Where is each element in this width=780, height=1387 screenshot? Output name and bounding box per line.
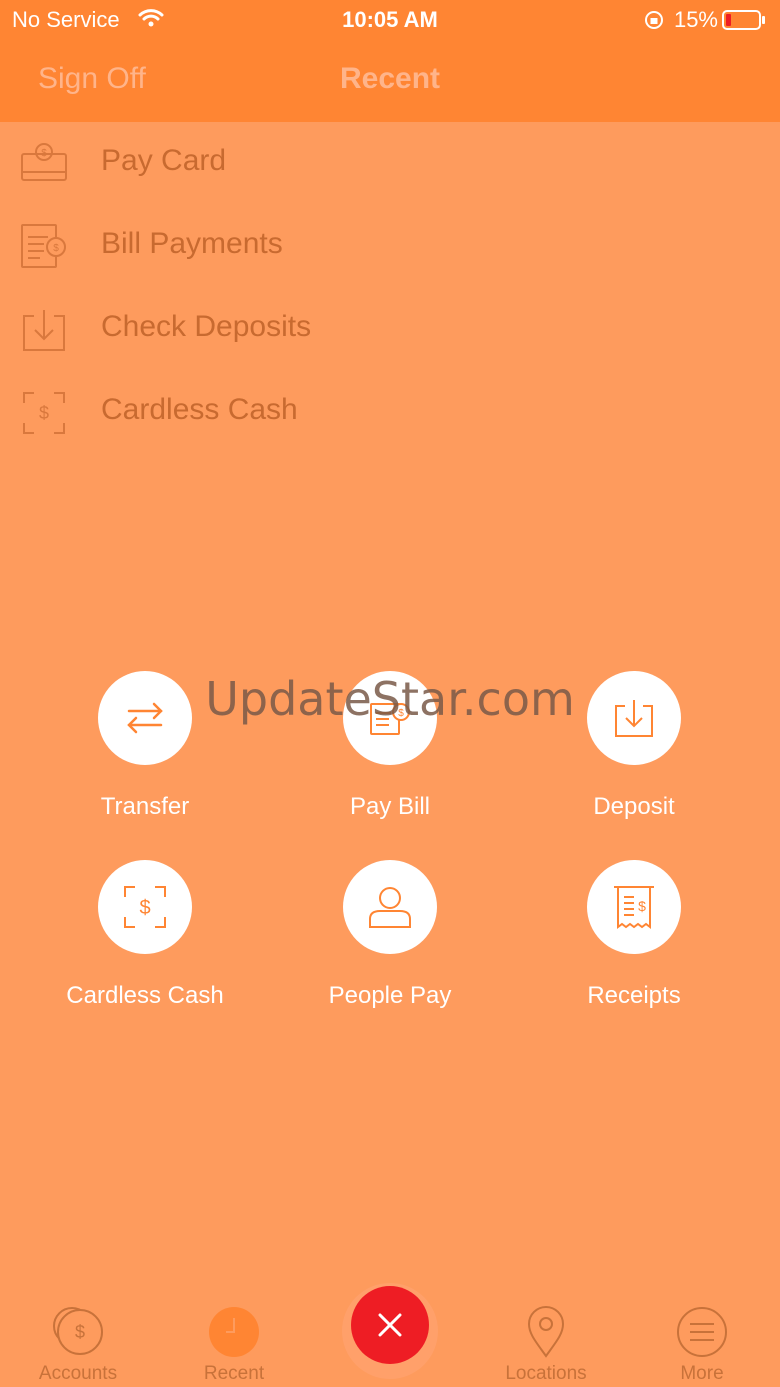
action-label: Cardless Cash (66, 982, 224, 1009)
action-receipts[interactable]: $ Receipts (524, 860, 744, 1040)
tab-more[interactable]: More (624, 1280, 780, 1387)
menu-item-check-deposits[interactable]: Check Deposits (0, 288, 780, 371)
battery-icon (722, 10, 765, 30)
menu-icon (677, 1307, 727, 1357)
svg-text:$: $ (39, 403, 49, 423)
svg-text:$: $ (638, 898, 646, 914)
tab-label: Locations (505, 1363, 587, 1384)
tab-label: Accounts (38, 1363, 118, 1384)
menu-item-bill-payments[interactable]: $ Bill Payments (0, 205, 780, 288)
deposit-icon (23, 310, 65, 351)
person-icon (369, 887, 411, 928)
menu-item-cardless-cash[interactable]: $ Cardless Cash (0, 371, 780, 454)
status-bar: No Service 10:05 AM 15% (0, 0, 780, 40)
action-label: Deposit (593, 793, 675, 820)
clock-icon (209, 1307, 259, 1357)
close-icon (378, 1313, 402, 1337)
tab-locations[interactable]: Locations (468, 1280, 624, 1387)
cardless-cash-icon: $ (124, 886, 166, 928)
bill-payment-icon: $ (21, 224, 66, 268)
action-circle[interactable]: $ (587, 860, 681, 954)
svg-text:$: $ (41, 148, 47, 159)
cardless-cash-icon: $ (23, 392, 65, 434)
tab-label: Recent (203, 1363, 265, 1384)
tab-recent[interactable]: Recent (156, 1280, 312, 1387)
svg-text:$: $ (75, 1322, 85, 1342)
coin-icon: $ (53, 1307, 103, 1355)
watermark-text: UpdateStar.com (205, 672, 575, 726)
menu-item-label: Check Deposits (101, 310, 312, 343)
page-title: Recent (339, 62, 441, 95)
action-label: Pay Bill (349, 793, 431, 820)
menu-item-label: Bill Payments (101, 227, 283, 260)
close-button[interactable] (351, 1286, 429, 1364)
navigation-bar: Sign Off Recent (0, 40, 780, 122)
tab-label: More (680, 1363, 724, 1384)
location-pin-icon (527, 1306, 565, 1358)
action-label: Receipts (587, 982, 681, 1009)
battery-percent: 15% (673, 7, 718, 32)
menu-item-pay-card[interactable]: $ Pay Card (0, 122, 780, 205)
action-label: Transfer (100, 793, 190, 820)
action-label: People Pay (328, 982, 452, 1009)
action-circle[interactable]: $ (98, 860, 192, 954)
action-people-pay[interactable]: People Pay (280, 860, 500, 1040)
menu-item-label: Pay Card (101, 144, 227, 177)
svg-text:$: $ (139, 897, 150, 919)
receipt-icon: $ (614, 886, 654, 929)
pay-card-icon: $ (21, 143, 67, 181)
orientation-lock-icon (645, 11, 663, 29)
tab-accounts[interactable]: $ Accounts (0, 1280, 156, 1387)
action-cardless-cash[interactable]: $ Cardless Cash (35, 860, 255, 1040)
menu-item-label: Cardless Cash (101, 393, 298, 426)
action-circle[interactable] (343, 860, 437, 954)
svg-text:$: $ (53, 243, 59, 254)
